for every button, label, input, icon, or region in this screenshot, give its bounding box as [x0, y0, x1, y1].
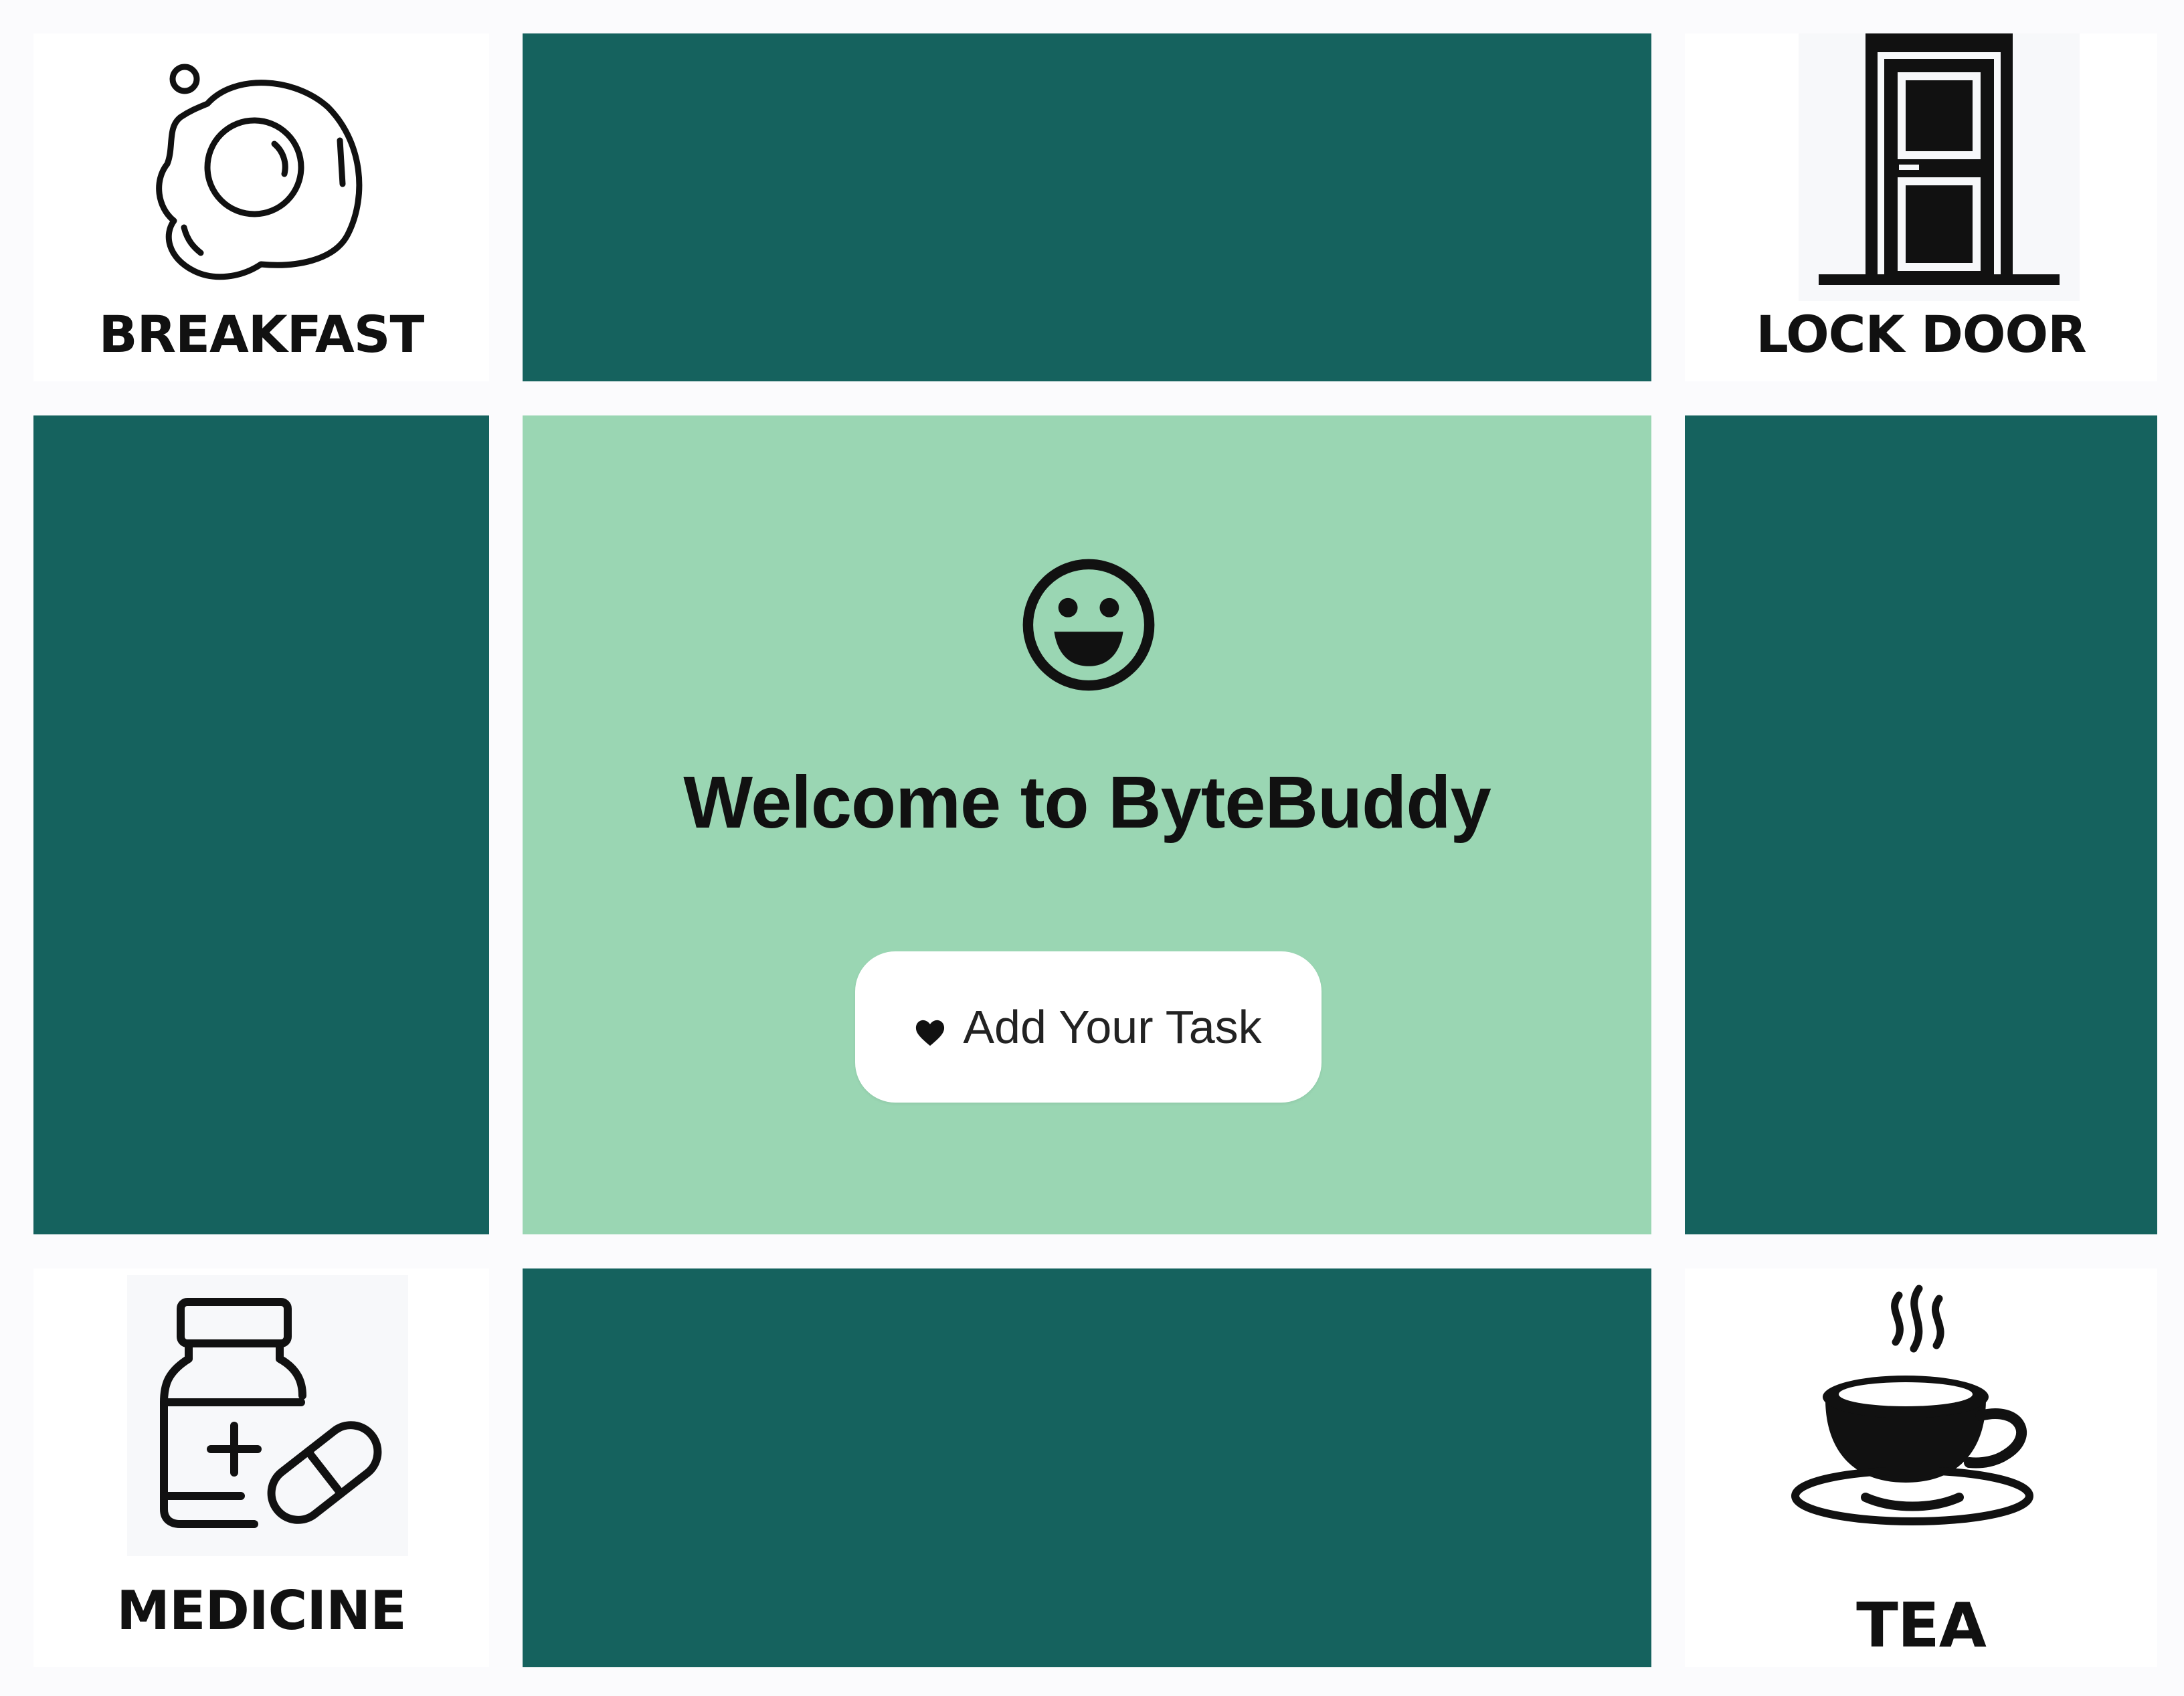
- welcome-title: Welcome to ByteBuddy: [683, 761, 1491, 844]
- task-tile-tea[interactable]: TEA: [1685, 1268, 2157, 1667]
- task-tile-breakfast[interactable]: BREAKFAST: [33, 33, 489, 381]
- add-task-label: Add Your Task: [963, 1001, 1262, 1053]
- task-label-breakfast: BREAKFAST: [98, 304, 425, 364]
- task-tile-lock-door[interactable]: LOCK DOOR: [1685, 33, 2157, 381]
- task-tile-medicine[interactable]: MEDICINE: [33, 1268, 489, 1667]
- heart-icon: [916, 1020, 945, 1046]
- task-label-tea: TEA: [1856, 1590, 1987, 1661]
- smiley-face-icon: [1020, 556, 1158, 694]
- door-icon: [1799, 33, 2080, 301]
- right-panel: [1685, 415, 2157, 1234]
- bottom-panel: [523, 1268, 1651, 1667]
- fried-egg-icon: [127, 40, 395, 308]
- add-task-button[interactable]: Add Your Task: [855, 951, 1322, 1103]
- medicine-bottle-icon: [127, 1275, 408, 1556]
- task-label-lock-door: LOCK DOOR: [1756, 304, 2086, 364]
- task-label-medicine: MEDICINE: [116, 1580, 407, 1642]
- left-panel: [33, 415, 489, 1234]
- top-panel: [523, 33, 1651, 381]
- welcome-content: Welcome to ByteBuddy Add Your Task: [523, 415, 1651, 1234]
- teacup-icon: [1785, 1282, 2066, 1549]
